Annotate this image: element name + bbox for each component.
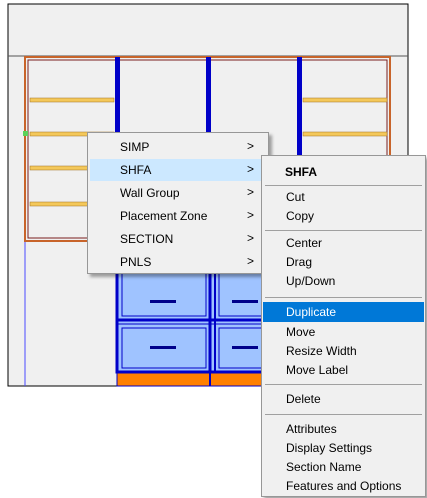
- chevron-right-icon: >: [246, 231, 254, 245]
- drawer-handle: [232, 300, 258, 303]
- menu-item-move[interactable]: Move: [263, 322, 424, 342]
- menu-item-section-name[interactable]: Section Name: [263, 457, 424, 477]
- menu-item-center[interactable]: Center: [263, 233, 424, 253]
- chevron-right-icon: >: [246, 139, 254, 153]
- menu-separator: [265, 230, 422, 231]
- menu-item-label: Copy: [286, 209, 315, 223]
- menu-item-label: Section Name: [286, 460, 362, 474]
- menu-item-label: Move Label: [286, 363, 349, 377]
- menu-item-label: SECTION: [120, 232, 174, 246]
- menu-item-label: Cut: [286, 190, 305, 204]
- shelf[interactable]: [29, 97, 115, 103]
- menu-item-attributes[interactable]: Attributes: [263, 419, 424, 439]
- menu-item-label: SIMP: [120, 140, 150, 154]
- menu-item-wall-group[interactable]: Wall Group >: [90, 182, 266, 204]
- chevron-right-icon: >: [246, 254, 254, 268]
- menu-item-label: Placement Zone: [120, 209, 208, 223]
- menu-item-section[interactable]: SECTION >: [90, 228, 266, 250]
- menu-item-label: Wall Group: [120, 186, 180, 200]
- submenu-shfa: SHFA Cut Copy Center Drag Up/Down Duplic…: [261, 155, 426, 497]
- cabinet-base[interactable]: [116, 372, 274, 387]
- menu-item-simp[interactable]: SIMP >: [90, 136, 266, 158]
- menu-item-move-label[interactable]: Move Label: [263, 360, 424, 380]
- menu-item-label: Up/Down: [286, 274, 336, 288]
- menu-item-up-down[interactable]: Up/Down: [263, 271, 424, 291]
- drawer-handle: [150, 346, 176, 349]
- menu-separator: [265, 414, 422, 415]
- menu-item-label: Delete: [286, 392, 321, 406]
- menu-item-shfa[interactable]: SHFA >: [90, 159, 266, 181]
- menu-separator: [265, 384, 422, 385]
- menu-item-label: SHFA: [120, 163, 152, 177]
- shelf[interactable]: [302, 131, 388, 137]
- menu-item-resize-width[interactable]: Resize Width: [263, 341, 424, 361]
- menu-item-features-and-options[interactable]: Features and Options: [263, 476, 424, 496]
- chevron-right-icon: >: [246, 162, 254, 176]
- chevron-right-icon: >: [246, 208, 254, 222]
- context-menu: SIMP > SHFA > Wall Group > Placement Zon…: [87, 132, 269, 274]
- menu-item-label: Drag: [286, 255, 313, 269]
- menu-item-label: PNLS: [120, 255, 152, 269]
- selection-handle[interactable]: [23, 131, 28, 136]
- drawer-handle: [150, 300, 176, 303]
- menu-item-label: Resize Width: [286, 344, 357, 358]
- menu-item-label: Move: [286, 325, 316, 339]
- menu-item-placement-zone[interactable]: Placement Zone >: [90, 205, 266, 227]
- menu-item-copy[interactable]: Copy: [263, 206, 424, 226]
- menu-item-label: Duplicate: [286, 305, 337, 319]
- chevron-right-icon: >: [246, 185, 254, 199]
- menu-item-label: Display Settings: [286, 441, 373, 455]
- menu-item-delete[interactable]: Delete: [263, 389, 424, 409]
- menu-item-duplicate[interactable]: Duplicate: [263, 302, 424, 322]
- menu-item-cut[interactable]: Cut: [263, 187, 424, 207]
- menu-separator: [265, 185, 422, 186]
- menu-separator: [265, 297, 422, 298]
- menu-item-label: Features and Options: [286, 479, 402, 493]
- menu-item-label: Attributes: [286, 422, 337, 436]
- menu-item-display-settings[interactable]: Display Settings: [263, 438, 424, 458]
- drawer-handle: [232, 346, 258, 349]
- menu-item-label: Center: [286, 236, 323, 250]
- shelf[interactable]: [302, 97, 388, 103]
- menu-item-pnls[interactable]: PNLS >: [90, 251, 266, 273]
- menu-item-drag[interactable]: Drag: [263, 252, 424, 272]
- submenu-title: SHFA: [285, 165, 318, 179]
